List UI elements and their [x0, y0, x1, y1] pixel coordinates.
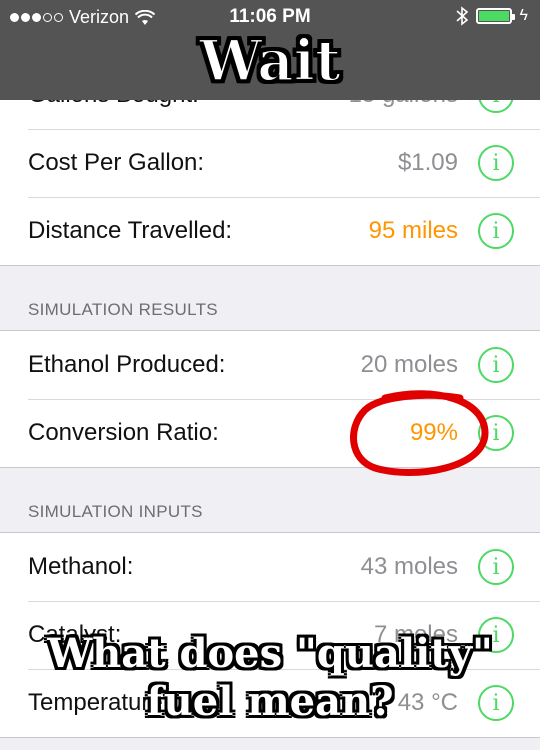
- row-label: Distance Travelled:: [28, 217, 233, 244]
- info-icon[interactable]: i: [478, 347, 514, 383]
- charging-bolt-icon: ϟ: [519, 7, 528, 24]
- row-label: Conversion Ratio:: [28, 419, 219, 446]
- row-label: Methanol:: [28, 553, 134, 580]
- row-value: 43 moles: [360, 553, 458, 580]
- section-title: SIMULATION RESULTS: [28, 300, 218, 319]
- row-methanol: Methanol: 43 moles i: [0, 533, 540, 601]
- section-header-results: SIMULATION RESULTS: [0, 266, 540, 330]
- meme-caption-top: Wait: [198, 27, 341, 95]
- info-icon[interactable]: i: [478, 145, 514, 181]
- row-distance-travelled: Distance Travelled: 95 miles i: [0, 197, 540, 265]
- battery-icon: [475, 8, 515, 24]
- red-circle-annotation: [350, 390, 489, 476]
- row-label: Cost Per Gallon:: [28, 149, 205, 176]
- section-title: SIMULATION INPUTS: [28, 502, 203, 521]
- row-label: Ethanol Produced:: [28, 351, 226, 378]
- info-icon[interactable]: i: [478, 213, 514, 249]
- meme-caption-bottom: What does "quality" fuel mean?: [47, 630, 493, 725]
- info-icon[interactable]: i: [478, 549, 514, 585]
- row-value: 20 moles: [360, 351, 458, 378]
- row-value: 95 miles: [368, 217, 458, 244]
- row-cost-per-gallon: Cost Per Gallon: $1.09 i: [0, 129, 540, 197]
- bluetooth-icon: [455, 6, 468, 26]
- row-value: $1.09: [397, 149, 458, 176]
